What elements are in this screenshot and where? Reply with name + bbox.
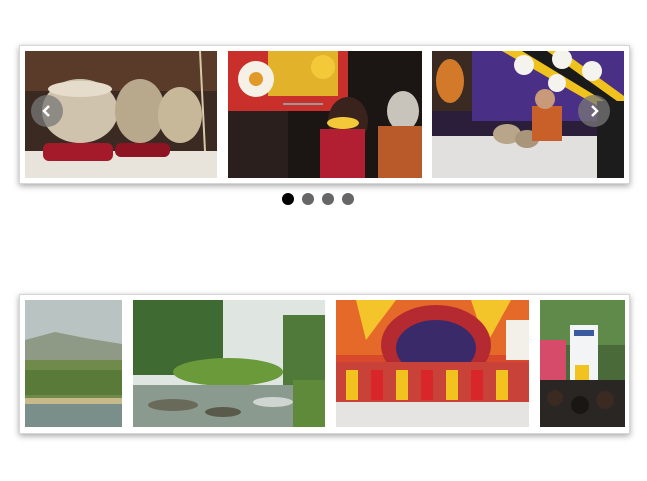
slide-singer-performance[interactable] <box>228 51 422 178</box>
carousel-top <box>19 45 630 184</box>
slide-festival-crowd[interactable] <box>540 300 625 427</box>
previous-slide-button[interactable] <box>31 95 63 127</box>
festival-crowd-photo <box>540 300 625 427</box>
pagination-dot-3[interactable] <box>322 193 334 205</box>
forest-river-photo <box>133 300 325 427</box>
carousel-pagination <box>282 193 354 205</box>
carousel-bottom <box>19 294 630 434</box>
pagination-dot-1[interactable] <box>282 193 294 205</box>
slide-dancers-stage[interactable] <box>336 300 529 427</box>
pagination-dot-2[interactable] <box>302 193 314 205</box>
chevron-left-icon <box>42 105 50 117</box>
next-slide-button[interactable] <box>578 95 610 127</box>
chevron-right-icon <box>591 105 599 117</box>
slide-forest-river[interactable] <box>133 300 325 427</box>
singer-performance-photo <box>228 51 422 178</box>
hill-landscape-photo <box>25 300 122 427</box>
slide-hill-landscape[interactable] <box>25 300 122 427</box>
dancers-stage-photo <box>336 300 529 427</box>
pagination-dot-4[interactable] <box>342 193 354 205</box>
